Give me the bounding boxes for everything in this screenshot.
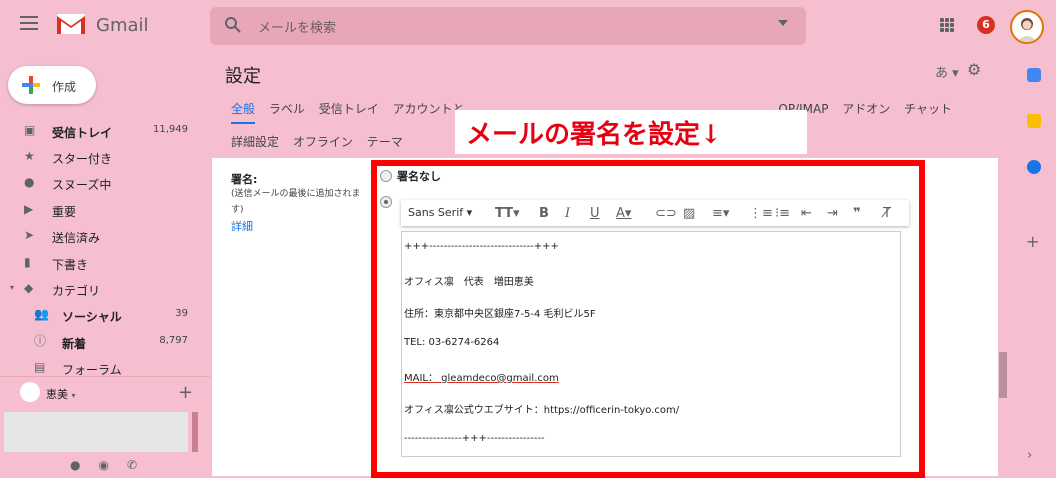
bulleted-list-icon[interactable]: ⁝≡	[775, 206, 790, 221]
notification-badge[interactable]: 6	[977, 16, 995, 34]
hangouts-toolbar: ●◉✆	[70, 458, 155, 472]
gmail-logo-icon[interactable]	[56, 12, 86, 36]
draft-icon: ▮	[24, 255, 31, 269]
compose-label: 作成	[52, 80, 77, 94]
signature-hint-cont: す)	[231, 205, 244, 215]
main-menu-icon[interactable]	[20, 16, 38, 30]
calendar-icon[interactable]	[1027, 68, 1041, 82]
font-select[interactable]: Sans Serif ▾	[408, 206, 472, 219]
hangouts-user-name[interactable]: 恵美 ▾	[46, 386, 76, 402]
page-title: 設定	[225, 66, 261, 87]
search-options-icon[interactable]	[778, 20, 788, 26]
font-size-icon[interactable]: TT▾	[495, 206, 520, 221]
search-icon[interactable]	[224, 16, 242, 34]
main-scrollbar[interactable]	[999, 352, 1007, 398]
indent-more-icon[interactable]: ⇥	[827, 206, 838, 221]
tab-themes[interactable]: テーマ	[367, 135, 403, 149]
apps-grid-icon[interactable]	[940, 18, 954, 32]
numbered-list-icon[interactable]: ⋮≡	[749, 206, 773, 221]
tab-labels[interactable]: ラベル	[269, 102, 305, 116]
label-icon: ◆	[24, 281, 34, 295]
info-icon: ⓘ	[34, 334, 47, 348]
send-icon: ➤	[24, 228, 35, 242]
sidebar-item-updates[interactable]: ⓘ 新着 8,797	[0, 329, 200, 355]
input-tools-button[interactable]: あ ▾	[935, 62, 959, 81]
snooze-icon: ●	[24, 175, 35, 189]
avatar-icon	[1017, 18, 1037, 42]
sidebar-divider	[0, 376, 210, 377]
settings-tabs-row2: 詳細設定 オフライン テーマ	[231, 133, 413, 150]
tab-advanced[interactable]: 詳細設定	[231, 135, 279, 149]
tab-addons[interactable]: アドオン	[842, 102, 890, 116]
underline-icon[interactable]: U	[590, 206, 600, 221]
custom-signature-radio[interactable]	[380, 196, 392, 208]
important-icon: ▶	[24, 202, 34, 216]
sidebar-item-drafts[interactable]: ▮ 下書き	[0, 250, 200, 276]
sidebar-item-snoozed[interactable]: ● スヌーズ中	[0, 170, 200, 196]
remove-formatting-icon[interactable]: T̸	[883, 206, 891, 221]
signature-line: ----------------+++----------------	[404, 433, 545, 444]
account-avatar[interactable]	[1010, 10, 1044, 44]
tasks-icon[interactable]	[1027, 160, 1041, 174]
sidebar-item-social[interactable]: 👥 ソーシャル 39	[0, 302, 200, 328]
no-signature-radio[interactable]	[380, 170, 392, 182]
tab-accounts[interactable]: アカウントと	[393, 102, 465, 116]
brand-name: Gmail	[96, 15, 149, 36]
tab-inbox[interactable]: 受信トレイ	[319, 102, 379, 116]
italic-icon[interactable]: I	[565, 206, 570, 221]
sidebar-item-categories[interactable]: ▾ ◆ カテゴリ	[0, 276, 200, 302]
signature-line: TEL: 03-6274-6264	[404, 337, 500, 348]
search-input[interactable]: メールを検索	[258, 17, 336, 36]
learn-more-link[interactable]: 詳細	[231, 218, 253, 234]
hangouts-panel	[4, 412, 188, 452]
sidebar-item-sent[interactable]: ➤ 送信済み	[0, 223, 200, 249]
phone-icon[interactable]: ✆	[127, 458, 155, 472]
tab-offline[interactable]: オフライン	[293, 135, 353, 149]
signature-line: +++-----------------------------+++	[404, 241, 559, 252]
annotation-text: メールの署名を設定↓	[466, 120, 722, 150]
image-icon[interactable]: ▨	[683, 206, 695, 221]
tab-chat[interactable]: チャット	[904, 102, 952, 116]
sidebar-item-important[interactable]: ▶ 重要	[0, 197, 200, 223]
sidebar-item-inbox[interactable]: ▣ 受信トレイ 11,949	[0, 118, 200, 144]
signature-hint: (送信メールの最後に追加されま	[231, 189, 361, 199]
hangouts-scrollbar[interactable]	[192, 412, 198, 452]
tab-general[interactable]: 全般	[231, 102, 256, 124]
compose-plus-icon	[22, 76, 40, 95]
bold-icon[interactable]: B	[539, 206, 549, 221]
signature-toolbar: Sans Serif ▾ TT▾ B I U A▾ ⊂⊃ ▨ ≡▾ ⋮≡ ⁝≡ …	[401, 200, 909, 226]
text-color-icon[interactable]: A▾	[616, 206, 631, 221]
signature-line: 住所：東京都中央区銀座7-5-4 毛利ビル5F	[404, 309, 596, 320]
no-signature-label[interactable]: 署名なし	[397, 168, 441, 184]
people-icon: 👥	[34, 307, 49, 321]
chevron-right-icon[interactable]: ›	[1027, 448, 1032, 463]
signature-line: オフィス凛公式ウエブサイト：https://officerin-tokyo.co…	[404, 405, 680, 416]
add-contact-icon[interactable]: +	[178, 382, 193, 403]
forum-icon: ▤	[34, 360, 46, 374]
person-icon[interactable]: ●	[70, 458, 98, 472]
align-icon[interactable]: ≡▾	[712, 206, 729, 221]
quote-icon[interactable]: ❞	[853, 206, 861, 221]
keep-icon[interactable]	[1027, 114, 1041, 128]
hangouts-icon[interactable]: ◉	[98, 458, 126, 472]
chevron-down-icon[interactable]: ▾	[10, 282, 22, 294]
sidebar-item-starred[interactable]: ★ スター付き	[0, 144, 200, 170]
indent-less-icon[interactable]: ⇤	[801, 206, 812, 221]
inbox-icon: ▣	[24, 123, 36, 137]
sidebar-item-forums[interactable]: ▤ フォーラム	[0, 355, 200, 381]
signature-label: 署名:	[231, 173, 258, 186]
gear-icon[interactable]: ⚙	[967, 60, 981, 79]
link-icon[interactable]: ⊂⊃	[655, 206, 677, 221]
star-icon: ★	[24, 149, 35, 163]
add-addon-icon[interactable]: +	[1026, 232, 1039, 251]
chevron-down-icon: ▾	[71, 391, 76, 400]
hangouts-avatar[interactable]	[20, 382, 40, 402]
signature-line: MAIL： gleamdeco@gmail.com	[404, 373, 559, 384]
signature-line: オフィス凛 代表 増田恵美	[404, 277, 534, 288]
